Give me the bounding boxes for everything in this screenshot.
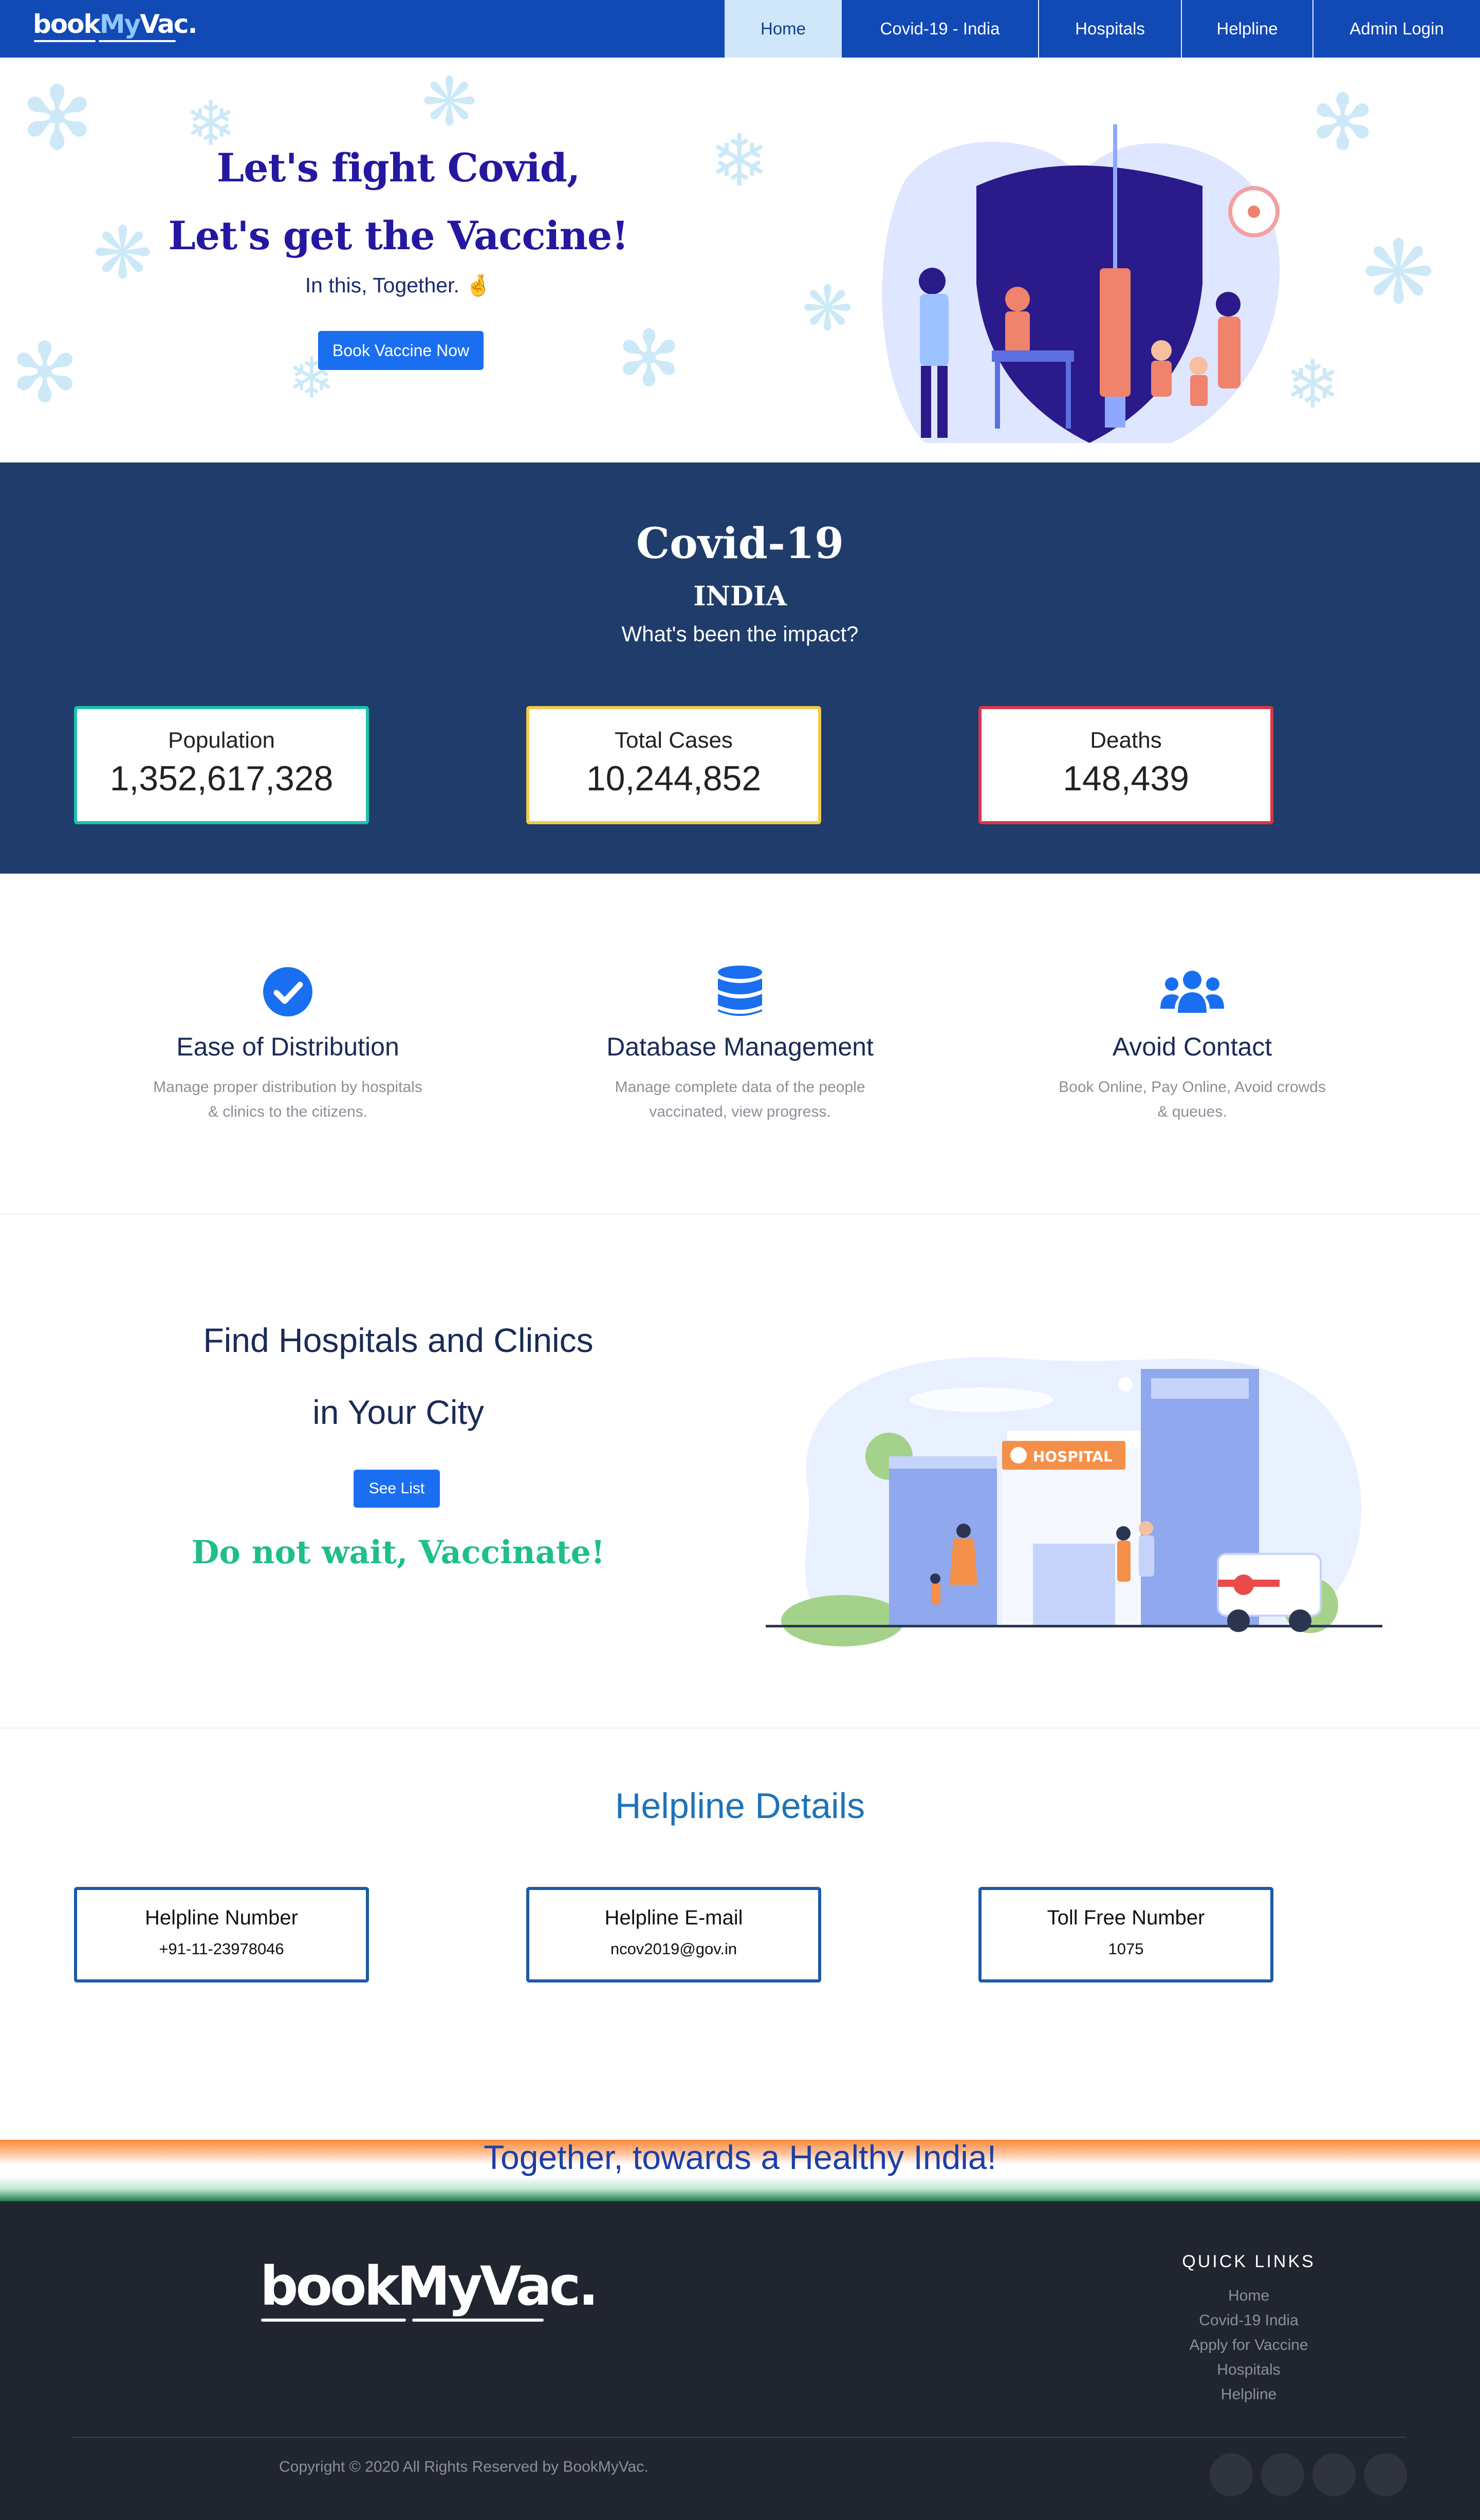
feature-desc: Manage complete data of the people vacci… xyxy=(560,1075,920,1124)
nav-home[interactable]: Home xyxy=(725,0,842,58)
stats-question: What's been the impact? xyxy=(621,622,859,646)
footer-link-helpline[interactable]: Helpline xyxy=(1120,2382,1377,2407)
toll-free-card: Toll Free Number 1075 xyxy=(978,1887,1273,1982)
feature-desc-line: Manage proper distribution by hospitals xyxy=(153,1079,422,1096)
logo-underline xyxy=(99,40,176,42)
helpline-email-card: Helpline E-mail ncov2019@gov.in xyxy=(526,1887,821,1982)
feature-title: Database Management xyxy=(606,1032,874,1061)
feature-ease-of-distribution: Ease of Distribution Manage proper distr… xyxy=(108,966,468,1124)
helpline-label: Toll Free Number xyxy=(1047,1906,1205,1929)
hospital-illustration: HOSPITAL xyxy=(766,1357,1382,1646)
footer-logo-text: bookMyVac. xyxy=(260,2255,599,2318)
hero-section: ✻ ❋ ✻ ❄ ❋ ✻ ❄ ❋ ✻ ❋ ❄ ❄ Let's fight Covi… xyxy=(0,58,1480,462)
quick-links: Home Covid-19 India Apply for Vaccine Ho… xyxy=(1120,2284,1377,2407)
hero-heading-line1: Let's fight Covid, xyxy=(216,145,581,191)
stat-label: Deaths xyxy=(1090,728,1162,753)
quick-links-title: QUICK LINKS xyxy=(1182,2252,1316,2271)
stats-country: INDIA xyxy=(693,581,787,612)
snowflake-icon: ✻ xyxy=(10,325,80,421)
logo-underline xyxy=(34,40,96,42)
vaccination-illustration xyxy=(882,124,1280,443)
hero-subtitle: In this, Together. 🤞 xyxy=(305,273,492,297)
logo[interactable]: bookMyVac. xyxy=(33,9,197,42)
logo-my: My xyxy=(99,9,141,39)
nav-covid-india[interactable]: Covid-19 - India xyxy=(842,0,1038,58)
footer-link-covid-india[interactable]: Covid-19 India xyxy=(1120,2308,1377,2333)
helpline-label: Helpline E-mail xyxy=(604,1906,743,1929)
helpline-value: +91-11-23978046 xyxy=(159,1940,284,1958)
feature-desc: Book Online, Pay Online, Avoid crowds & … xyxy=(1012,1075,1372,1124)
stat-value: 148,439 xyxy=(1063,759,1189,798)
feature-database-management: Database Management Manage complete data… xyxy=(560,966,920,1124)
copyright: Copyright © 2020 All Rights Reserved by … xyxy=(279,2458,649,2475)
hero-heading-line2: Let's get the Vaccine! xyxy=(168,213,628,258)
feature-desc-line: vaccinated, view progress. xyxy=(649,1103,831,1120)
footer-link-home[interactable]: Home xyxy=(1120,2284,1377,2308)
users-icon xyxy=(1160,971,1224,1013)
covid-stats-section: Covid-19 INDIA What's been the impact? P… xyxy=(0,462,1480,874)
snowflake-icon: ✻ xyxy=(617,314,681,404)
book-vaccine-button[interactable]: Book Vaccine Now xyxy=(318,331,484,370)
helpline-title: Helpline Details xyxy=(615,1786,865,1826)
helpline-value: 1075 xyxy=(1108,1940,1144,1958)
helpline-section: Helpline Details Helpline Number +91-11-… xyxy=(0,1729,1480,2140)
feature-desc-line: & clinics to the citizens. xyxy=(208,1103,368,1120)
footer: bookMyVac. QUICK LINKS Home Covid-19 Ind… xyxy=(0,2201,1480,2520)
footer-link-apply[interactable]: Apply for Vaccine xyxy=(1120,2333,1377,2358)
logo-vac: Vac. xyxy=(140,9,197,39)
stat-label: Total Cases xyxy=(615,728,733,753)
snowflake-icon: ❄ xyxy=(709,119,770,203)
check-circle-icon xyxy=(263,967,312,1016)
vaccinate-tagline: Do not wait, Vaccinate! xyxy=(191,1533,605,1571)
stat-value: 1,352,617,328 xyxy=(109,759,334,798)
social-icon[interactable] xyxy=(1210,2453,1253,2496)
total-cases-card: Total Cases 10,244,852 xyxy=(526,706,821,824)
logo-underline xyxy=(261,2319,406,2322)
footer-divider xyxy=(72,2437,1406,2438)
helpline-number-card: Helpline Number +91-11-23978046 xyxy=(74,1887,369,1982)
helpline-label: Helpline Number xyxy=(145,1906,298,1929)
nav-helpline[interactable]: Helpline xyxy=(1181,0,1312,58)
features-section: Ease of Distribution Manage proper distr… xyxy=(0,874,1480,1215)
hospitals-heading-line1: Find Hospitals and Clinics xyxy=(203,1321,594,1359)
footer-logo[interactable]: bookMyVac. xyxy=(260,2255,599,2322)
database-icon xyxy=(718,966,762,1016)
feature-title: Ease of Distribution xyxy=(176,1032,399,1061)
feature-desc-line: Manage complete data of the people xyxy=(615,1079,865,1096)
population-card: Population 1,352,617,328 xyxy=(74,706,369,824)
stats-title: Covid-19 xyxy=(636,519,844,568)
top-navbar: bookMyVac. Home Covid-19 - India Hospita… xyxy=(0,0,1480,58)
snowflake-icon: ✻ xyxy=(21,68,94,170)
snowflake-icon: ❋ xyxy=(802,273,854,345)
feature-title: Avoid Contact xyxy=(1112,1032,1272,1061)
helpline-value[interactable]: ncov2019@gov.in xyxy=(529,1940,818,1958)
band-slogan: Together, towards a Healthy India! xyxy=(484,2138,996,2176)
feature-desc: Manage proper distribution by hospitals … xyxy=(108,1075,468,1124)
hospitals-section: Find Hospitals and Clinics in Your City … xyxy=(0,1215,1480,1729)
snowflake-icon: ❋ xyxy=(1362,222,1435,324)
deaths-card: Deaths 148,439 xyxy=(978,706,1273,824)
hospital-sign-text: HOSPITAL xyxy=(1033,1448,1113,1465)
logo-underline xyxy=(412,2319,544,2322)
snowflake-icon: ✻ xyxy=(1310,78,1375,168)
footer-link-hospitals[interactable]: Hospitals xyxy=(1120,2358,1377,2382)
see-list-button[interactable]: See List xyxy=(354,1470,440,1508)
logo-book: book xyxy=(33,9,101,39)
stat-value: 10,244,852 xyxy=(586,759,762,798)
social-icon[interactable] xyxy=(1312,2453,1356,2496)
nav-admin-login[interactable]: Admin Login xyxy=(1312,0,1480,58)
nav-hospitals[interactable]: Hospitals xyxy=(1038,0,1181,58)
feature-avoid-contact: Avoid Contact Book Online, Pay Online, A… xyxy=(1012,966,1372,1124)
social-icon[interactable] xyxy=(1364,2453,1407,2496)
stat-label: Population xyxy=(168,728,275,753)
feature-desc-line: Book Online, Pay Online, Avoid crowds xyxy=(1059,1079,1326,1096)
snowflake-icon: ❋ xyxy=(421,63,477,141)
nav-menu: Home Covid-19 - India Hospitals Helpline… xyxy=(725,0,1480,58)
feature-desc-line: & queues. xyxy=(1157,1103,1227,1120)
hospitals-heading-line2: in Your City xyxy=(312,1393,484,1431)
social-icon[interactable] xyxy=(1261,2453,1304,2496)
